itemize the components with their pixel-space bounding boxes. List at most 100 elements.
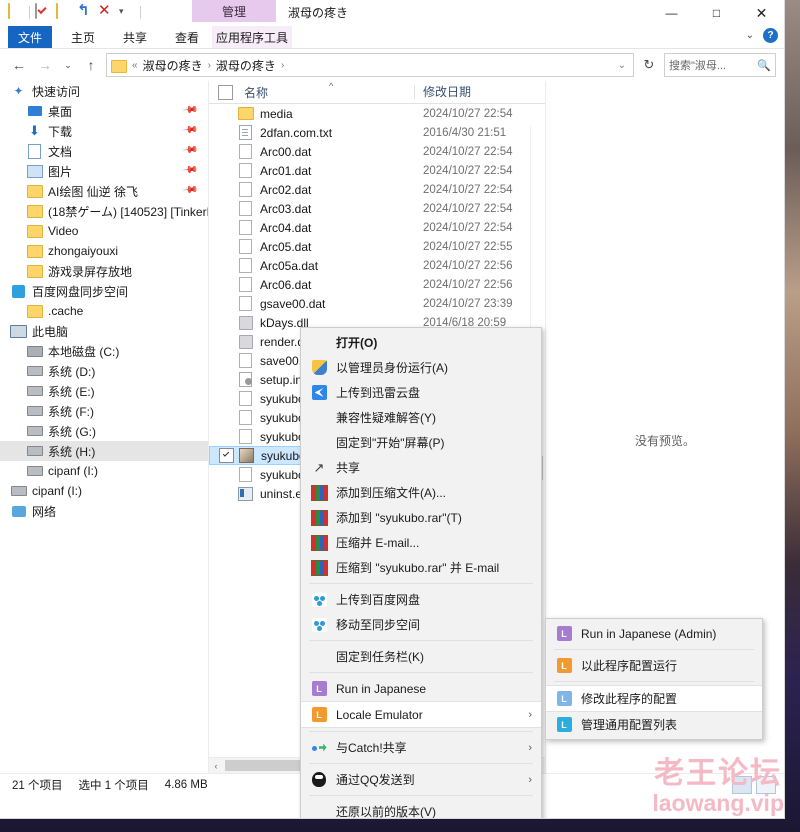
new-folder-icon[interactable] xyxy=(56,3,72,20)
undo-icon[interactable]: ↰ xyxy=(77,3,93,20)
table-row[interactable]: Arc05.dat 2024/10/27 22:55 xyxy=(209,237,545,256)
menu-item[interactable]: 压缩并 E-mail... xyxy=(301,530,541,555)
table-row[interactable]: media 2024/10/27 22:54 xyxy=(209,104,545,123)
column-header-date[interactable]: 修改日期 xyxy=(414,85,545,99)
sidebar-item-3[interactable]: 文档 📌 xyxy=(0,141,208,161)
search-icon[interactable]: 🔍 xyxy=(757,59,771,72)
context-menu[interactable]: 打开(O) 以管理员身份运行(A) 上传到迅雷云盘 兼容性疑难解答(Y) 固定到"开始"… xyxy=(300,327,542,818)
table-row[interactable]: Arc02.dat 2024/10/27 22:54 xyxy=(209,180,545,199)
sidebar-item-9[interactable]: 游戏录屏存放地 xyxy=(0,261,208,281)
menu-item[interactable]: 上传到迅雷云盘 xyxy=(301,380,541,405)
address-breadcrumb-box[interactable]: « 淑母の疼き › 淑母の疼き › ⌄ xyxy=(106,53,634,77)
sidebar-item-8[interactable]: zhongaiyouxi xyxy=(0,241,208,261)
table-row[interactable]: Arc04.dat 2024/10/27 22:54 xyxy=(209,218,545,237)
menu-item[interactable]: 移动至同步空间 xyxy=(301,612,541,637)
sidebar-item-21[interactable]: 网络 xyxy=(0,501,208,521)
sidebar-item-1[interactable]: 桌面 📌 xyxy=(0,101,208,121)
menu-item[interactable]: 以管理员身份运行(A) xyxy=(301,355,541,380)
minimize-button[interactable]: — xyxy=(649,0,694,26)
menu-item[interactable]: 打开(O) xyxy=(301,330,541,355)
sidebar-item-14[interactable]: 系统 (D:) xyxy=(0,361,208,381)
sidebar-item-18[interactable]: 系统 (H:) xyxy=(0,441,208,461)
address-dropdown-icon[interactable]: ⌄ xyxy=(618,60,626,71)
menu-item[interactable]: L 以此程序配置运行 xyxy=(546,653,762,678)
sidebar-item-15[interactable]: 系统 (E:) xyxy=(0,381,208,401)
breadcrumb-chevron-1[interactable]: › xyxy=(208,60,211,71)
pin-icon[interactable]: 📌 xyxy=(181,142,198,158)
pin-icon[interactable]: 📌 xyxy=(181,102,198,118)
search-input[interactable]: 搜索"淑母... 🔍 xyxy=(664,53,776,77)
up-button[interactable]: ↑ xyxy=(80,54,102,76)
tab-file[interactable]: 文件 xyxy=(8,26,52,48)
table-row[interactable]: Arc01.dat 2024/10/27 22:54 xyxy=(209,161,545,180)
chevron-down-icon[interactable]: ⌄ xyxy=(746,30,754,41)
help-icon[interactable]: ? xyxy=(763,28,778,43)
tab-home[interactable]: 主页 xyxy=(60,26,106,48)
menu-item[interactable]: 兼容性疑难解答(Y) xyxy=(301,405,541,430)
table-row[interactable]: 2dfan.com.txt 2016/4/30 21:51 xyxy=(209,123,545,142)
close-button[interactable]: ✕ xyxy=(739,0,784,26)
sidebar-item-20[interactable]: cipanf (I:) xyxy=(0,481,208,501)
menu-item[interactable]: ↗ 共享 xyxy=(301,455,541,480)
breadcrumb-segment-1[interactable]: 淑母の疼き xyxy=(143,57,203,74)
file-date: 2024/10/27 22:54 xyxy=(423,202,513,215)
sidebar-item-7[interactable]: Video xyxy=(0,221,208,241)
sidebar-item-19[interactable]: cipanf (I:) xyxy=(0,461,208,481)
sidebar-item-17[interactable]: 系统 (G:) xyxy=(0,421,208,441)
menu-item[interactable]: L Run in Japanese xyxy=(301,676,541,701)
details-view-button[interactable] xyxy=(732,776,752,794)
row-checkbox[interactable] xyxy=(219,448,234,463)
tab-share[interactable]: 共享 xyxy=(112,26,158,48)
sidebar-item-13[interactable]: 本地磁盘 (C:) xyxy=(0,341,208,361)
back-button[interactable]: ← xyxy=(8,54,30,76)
tab-application-tools[interactable]: 应用程序工具 xyxy=(212,26,292,48)
sidebar-item-11[interactable]: .cache xyxy=(0,301,208,321)
menu-item[interactable]: L 管理通用配置列表 xyxy=(546,712,762,737)
delete-x-icon[interactable]: ✕ xyxy=(98,3,114,20)
menu-item[interactable]: 压缩到 "syukubo.rar" 并 E-mail xyxy=(301,555,541,580)
table-row[interactable]: Arc06.dat 2024/10/27 22:56 xyxy=(209,275,545,294)
sidebar-item-0[interactable]: ✦ 快速访问 xyxy=(0,81,208,101)
breadcrumb-chevron-2[interactable]: › xyxy=(281,60,284,71)
navigation-pane[interactable]: ✦ 快速访问 桌面 📌 ⬇ 下载 📌 文档 📌 图片 📌 AI绘图 仙逆 徐飞 📌 (18禁ゲーム) [1… xyxy=(0,81,209,773)
pin-icon[interactable]: 📌 xyxy=(181,122,198,138)
locale-emulator-submenu[interactable]: L Run in Japanese (Admin) L 以此程序配置运行 L 修改此程序的… xyxy=(545,618,763,740)
menu-item[interactable]: L Locale Emulator › xyxy=(301,701,541,728)
checklist-icon[interactable] xyxy=(35,3,51,20)
sidebar-item-5[interactable]: AI绘图 仙逆 徐飞 📌 xyxy=(0,181,208,201)
sidebar-item-2[interactable]: ⬇ 下载 📌 xyxy=(0,121,208,141)
table-row[interactable]: Arc03.dat 2024/10/27 22:54 xyxy=(209,199,545,218)
menu-item[interactable]: 添加到 "syukubo.rar"(T) xyxy=(301,505,541,530)
chevron-down-icon[interactable]: ▾ xyxy=(119,4,135,20)
table-row[interactable]: Arc00.dat 2024/10/27 22:54 xyxy=(209,142,545,161)
forward-button[interactable]: → xyxy=(34,54,56,76)
pin-icon[interactable]: 📌 xyxy=(181,162,198,178)
sidebar-item-4[interactable]: 图片 📌 xyxy=(0,161,208,181)
large-icons-view-button[interactable] xyxy=(756,776,776,794)
sidebar-item-6[interactable]: (18禁ゲーム) [140523] [TinkerBe xyxy=(0,201,208,221)
breadcrumb-segment-2[interactable]: 淑母の疼き xyxy=(216,57,276,74)
folder-icon[interactable] xyxy=(8,3,24,20)
menu-item[interactable]: 固定到任务栏(K) xyxy=(301,644,541,669)
sidebar-item-16[interactable]: 系统 (F:) xyxy=(0,401,208,421)
sidebar-item-10[interactable]: 百度网盘同步空间 xyxy=(0,281,208,301)
menu-item[interactable]: 与Catch!共享 › xyxy=(301,735,541,760)
tab-view[interactable]: 查看 xyxy=(164,26,210,48)
select-all-checkbox[interactable] xyxy=(218,84,233,100)
sidebar-item-12[interactable]: 此电脑 xyxy=(0,321,208,341)
menu-item[interactable]: 上传到百度网盘 xyxy=(301,587,541,612)
menu-item[interactable]: 还原以前的版本(V) xyxy=(301,799,541,818)
recent-locations-button[interactable]: ⌄ xyxy=(60,54,76,76)
table-row[interactable]: Arc05a.dat 2024/10/27 22:56 xyxy=(209,256,545,275)
menu-item[interactable]: 通过QQ发送到 › xyxy=(301,767,541,792)
breadcrumb-overflow[interactable]: « xyxy=(132,60,138,71)
maximize-button[interactable]: □ xyxy=(694,0,739,26)
table-row[interactable]: gsave00.dat 2024/10/27 23:39 xyxy=(209,294,545,313)
menu-item[interactable]: L 修改此程序的配置 xyxy=(546,685,762,712)
hscroll-left-arrow[interactable]: ‹ xyxy=(209,761,223,771)
menu-item[interactable]: L Run in Japanese (Admin) xyxy=(546,621,762,646)
pin-icon[interactable]: 📌 xyxy=(181,182,198,198)
menu-item[interactable]: 添加到压缩文件(A)... xyxy=(301,480,541,505)
refresh-button[interactable]: ↻ xyxy=(638,54,660,76)
menu-item[interactable]: 固定到"开始"屏幕(P) xyxy=(301,430,541,455)
